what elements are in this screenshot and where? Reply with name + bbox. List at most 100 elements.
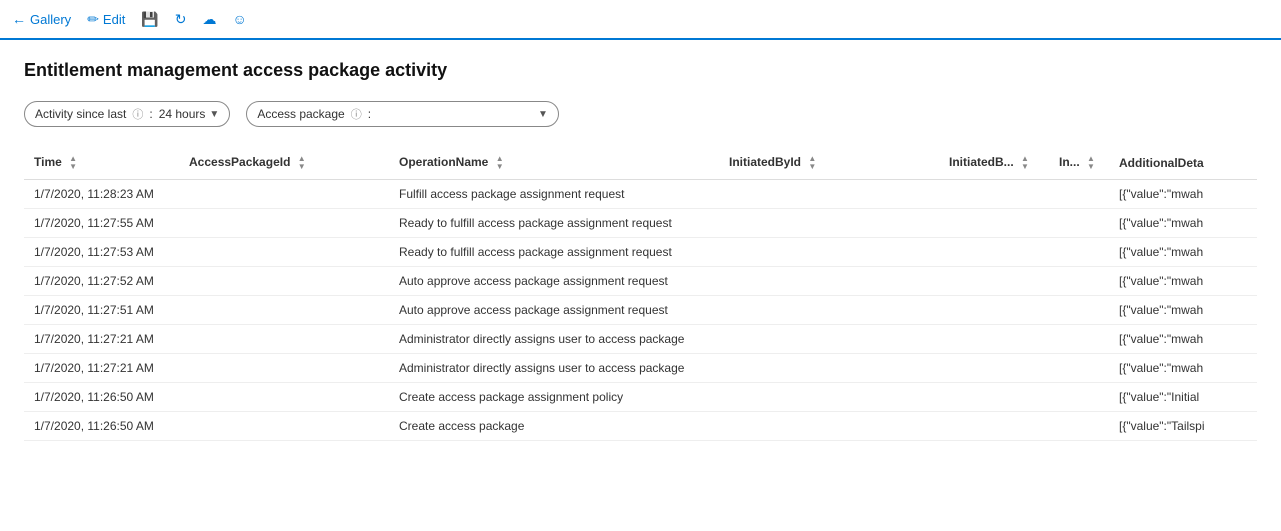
cell-time: 1/7/2020, 11:27:52 AM xyxy=(24,267,179,296)
activity-filter: Activity since last ⓘ : 24 hours ▼ xyxy=(24,101,230,127)
cell-additionalData: [{"value":"mwah xyxy=(1109,296,1257,325)
cell-operationName: Create access package assignment policy xyxy=(389,383,719,412)
back-gallery-button[interactable]: ← Gallery xyxy=(12,11,71,27)
table-header: Time ▲▼ AccessPackageId ▲▼ OperationName… xyxy=(24,147,1257,180)
cell-time: 1/7/2020, 11:28:23 AM xyxy=(24,180,179,209)
activity-colon: : xyxy=(149,107,152,121)
cell-accessPackageId xyxy=(179,383,389,412)
cell-in xyxy=(1049,180,1109,209)
save-button[interactable]: 💾 xyxy=(141,11,158,28)
cell-time: 1/7/2020, 11:27:55 AM xyxy=(24,209,179,238)
cell-initiatedB xyxy=(939,296,1049,325)
cell-in xyxy=(1049,412,1109,441)
cell-initiatedB xyxy=(939,238,1049,267)
cell-additionalData: [{"value":"mwah xyxy=(1109,325,1257,354)
cell-accessPackageId xyxy=(179,267,389,296)
table-row[interactable]: 1/7/2020, 11:26:50 AMCreate access packa… xyxy=(24,412,1257,441)
activity-dropdown[interactable]: 24 hours ▼ xyxy=(159,107,220,121)
table-row[interactable]: 1/7/2020, 11:27:51 AM Auto approve access… xyxy=(24,296,1257,325)
table-body: 1/7/2020, 11:28:23 AM Fulfill access pack… xyxy=(24,180,1257,441)
cell-additionalData: [{"value":"mwah xyxy=(1109,180,1257,209)
cell-in xyxy=(1049,325,1109,354)
cell-initiatedById xyxy=(719,238,939,267)
page-title: Entitlement management access package ac… xyxy=(24,60,1257,81)
table-row[interactable]: 1/7/2020, 11:28:23 AM Fulfill access pack… xyxy=(24,180,1257,209)
cell-accessPackageId xyxy=(179,296,389,325)
cell-accessPackageId xyxy=(179,325,389,354)
cell-operationName: Auto approve access package assignment r… xyxy=(389,267,719,296)
table-row[interactable]: 1/7/2020, 11:27:53 AM Ready to fulfill ac… xyxy=(24,238,1257,267)
activity-value: 24 hours xyxy=(159,107,206,121)
cell-initiatedB xyxy=(939,180,1049,209)
refresh-icon: ↻ xyxy=(175,11,187,28)
cell-additionalData: [{"value":"mwah xyxy=(1109,238,1257,267)
gallery-label: Gallery xyxy=(30,12,71,27)
cell-operationName: Create access package xyxy=(389,412,719,441)
cell-initiatedById xyxy=(719,180,939,209)
refresh-button[interactable]: ↻ xyxy=(175,11,187,28)
sort-icons-initiatedb: ▲▼ xyxy=(1021,155,1029,171)
col-header-in[interactable]: In... ▲▼ xyxy=(1049,147,1109,180)
cell-operationName: Auto approve access package assignment r… xyxy=(389,296,719,325)
col-header-operationname[interactable]: OperationName ▲▼ xyxy=(389,147,719,180)
table-row[interactable]: 1/7/2020, 11:27:21 AM Administrator direc… xyxy=(24,354,1257,383)
access-colon: : xyxy=(368,107,371,121)
filters-row: Activity since last ⓘ : 24 hours ▼ Acces… xyxy=(24,101,1257,127)
activity-chevron-down-icon: ▼ xyxy=(209,109,219,120)
access-package-input[interactable] xyxy=(377,107,532,121)
col-header-additionaldata[interactable]: AdditionalDeta xyxy=(1109,147,1257,180)
cell-initiatedB xyxy=(939,325,1049,354)
cell-in xyxy=(1049,383,1109,412)
cloud-button[interactable]: ☁ xyxy=(203,11,217,28)
cloud-icon: ☁ xyxy=(203,11,217,28)
cell-in xyxy=(1049,209,1109,238)
cell-time: 1/7/2020, 11:27:51 AM xyxy=(24,296,179,325)
table-row[interactable]: 1/7/2020, 11:26:50 AMCreate access packa… xyxy=(24,383,1257,412)
cell-time: 1/7/2020, 11:27:21 AM xyxy=(24,325,179,354)
cell-operationName: Ready to fulfill access package assignme… xyxy=(389,209,719,238)
cell-initiatedById xyxy=(719,412,939,441)
activity-table: Time ▲▼ AccessPackageId ▲▼ OperationName… xyxy=(24,147,1257,441)
table-row[interactable]: 1/7/2020, 11:27:55 AM Ready to fulfill ac… xyxy=(24,209,1257,238)
col-header-initiatedb[interactable]: InitiatedB... ▲▼ xyxy=(939,147,1049,180)
cell-time: 1/7/2020, 11:27:53 AM xyxy=(24,238,179,267)
edit-button[interactable]: ✏ Edit xyxy=(87,11,125,28)
col-header-time[interactable]: Time ▲▼ xyxy=(24,147,179,180)
feedback-button[interactable]: ☺ xyxy=(233,11,247,27)
cell-additionalData: [{"value":"mwah xyxy=(1109,209,1257,238)
cell-operationName: Fulfill access package assignment reques… xyxy=(389,180,719,209)
cell-additionalData: [{"value":"Tailspi xyxy=(1109,412,1257,441)
cell-accessPackageId xyxy=(179,238,389,267)
cell-operationName: Ready to fulfill access package assignme… xyxy=(389,238,719,267)
activity-filter-label: Activity since last xyxy=(35,107,126,121)
edit-pencil-icon: ✏ xyxy=(87,11,99,28)
cell-initiatedById xyxy=(719,383,939,412)
cell-additionalData: [{"value":"mwah xyxy=(1109,354,1257,383)
table-row[interactable]: 1/7/2020, 11:27:21 AMAdministrator direc… xyxy=(24,325,1257,354)
access-filter-label: Access package xyxy=(257,107,344,121)
cell-initiatedB xyxy=(939,267,1049,296)
sort-icons-time: ▲▼ xyxy=(69,155,77,171)
activity-info-icon: ⓘ xyxy=(132,106,143,122)
sort-icons-initiatedbyid: ▲▼ xyxy=(808,155,816,171)
cell-accessPackageId xyxy=(179,354,389,383)
cell-accessPackageId xyxy=(179,180,389,209)
cell-additionalData: [{"value":"Initial xyxy=(1109,383,1257,412)
smiley-icon: ☺ xyxy=(233,11,247,27)
col-header-accesspackageid[interactable]: AccessPackageId ▲▼ xyxy=(179,147,389,180)
cell-in xyxy=(1049,238,1109,267)
cell-initiatedB xyxy=(939,412,1049,441)
page-content: Entitlement management access package ac… xyxy=(0,40,1281,461)
table-row[interactable]: 1/7/2020, 11:27:52 AM Auto approve access… xyxy=(24,267,1257,296)
toolbar: ← Gallery ✏ Edit 💾 ↻ ☁ ☺ xyxy=(0,0,1281,40)
back-arrow-icon: ← xyxy=(12,11,26,27)
col-header-initiatedbyid[interactable]: InitiatedById ▲▼ xyxy=(719,147,939,180)
access-chevron-down-icon: ▼ xyxy=(538,109,548,120)
cell-initiatedById xyxy=(719,209,939,238)
sort-icons-in: ▲▼ xyxy=(1087,155,1095,171)
cell-operationName: Administrator directly assigns user to a… xyxy=(389,354,719,383)
cell-time: 1/7/2020, 11:27:21 AM xyxy=(24,354,179,383)
cell-initiatedById xyxy=(719,325,939,354)
sort-icons-operationname: ▲▼ xyxy=(496,155,504,171)
cell-in xyxy=(1049,296,1109,325)
